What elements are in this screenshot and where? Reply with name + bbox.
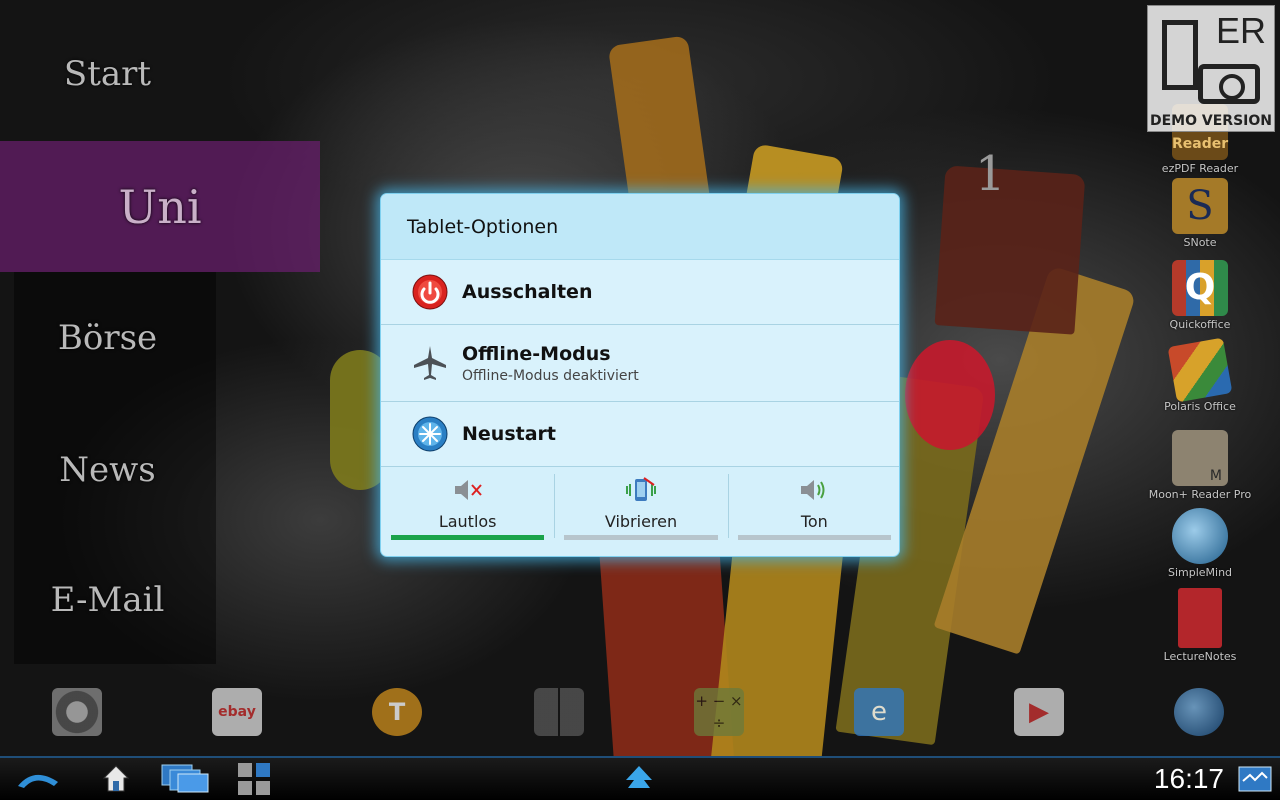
menu-item-email[interactable]: E-Mail bbox=[0, 580, 215, 620]
unselected-indicator bbox=[564, 535, 718, 540]
app-label: Polaris Office bbox=[1164, 400, 1236, 413]
moon-reader-icon: M bbox=[1172, 430, 1228, 486]
restart-icon bbox=[412, 416, 448, 452]
menu-item-uni[interactable]: Uni bbox=[0, 141, 320, 272]
silent-mode-button[interactable]: Lautlos bbox=[381, 466, 554, 556]
app-folder-icon[interactable] bbox=[534, 688, 584, 736]
browser-icon[interactable] bbox=[1174, 688, 1224, 736]
page-indicator: 1 bbox=[975, 146, 1006, 202]
app-label: SimpleMind bbox=[1167, 566, 1233, 579]
option-label: Neustart bbox=[462, 423, 556, 445]
wallpaper-crayon bbox=[934, 165, 1086, 335]
sound-mode-button[interactable]: Ton bbox=[728, 466, 899, 556]
menu-item-start[interactable]: Start bbox=[0, 54, 215, 94]
file-explorer-icon[interactable]: e bbox=[854, 688, 904, 736]
back-icon[interactable] bbox=[14, 764, 64, 794]
menu-up-icon[interactable] bbox=[624, 764, 654, 794]
airplane-icon bbox=[414, 346, 446, 380]
selected-indicator bbox=[391, 535, 545, 540]
sound-on-icon bbox=[801, 480, 825, 500]
wallpaper-crayon bbox=[905, 340, 995, 450]
tapatalk-icon[interactable]: T bbox=[372, 688, 422, 736]
calculator-icon[interactable]: + − × ÷ bbox=[694, 688, 744, 736]
snote-icon: S bbox=[1172, 178, 1228, 234]
demo-badge-label: DEMO VERSION bbox=[1150, 113, 1272, 129]
divider bbox=[728, 474, 729, 538]
app-simplemind[interactable]: SimpleMind bbox=[1145, 508, 1255, 579]
simplemind-icon bbox=[1172, 508, 1228, 564]
settings-icon[interactable] bbox=[52, 688, 102, 736]
sound-mode-selector: Lautlos Vibrieren Ton bbox=[381, 466, 899, 556]
power-icon bbox=[412, 274, 448, 310]
unselected-indicator bbox=[737, 535, 891, 540]
polaris-office-icon bbox=[1167, 337, 1233, 403]
option-label: Offline-Modus bbox=[462, 342, 611, 365]
clock: 16:17 bbox=[1153, 763, 1224, 794]
home-menu: Uni Start Börse News E-Mail bbox=[0, 0, 320, 680]
app-lecturenotes[interactable]: LectureNotes bbox=[1145, 588, 1255, 663]
sound-mode-label: Lautlos bbox=[438, 512, 497, 531]
vibrate-icon bbox=[625, 477, 656, 501]
home-icon[interactable] bbox=[100, 762, 132, 794]
sound-mode-label: Ton bbox=[800, 512, 828, 531]
screenshot-icon[interactable] bbox=[1238, 766, 1272, 792]
app-moon-reader[interactable]: M Moon+ Reader Pro bbox=[1145, 430, 1255, 501]
app-label: Quickoffice bbox=[1169, 318, 1231, 331]
document-icon bbox=[1162, 20, 1198, 90]
app-drawer-icon[interactable] bbox=[236, 761, 272, 797]
divider bbox=[554, 474, 555, 538]
app-label: Moon+ Reader Pro bbox=[1148, 488, 1252, 501]
camera-icon bbox=[1198, 64, 1260, 104]
menu-item-news[interactable]: News bbox=[0, 450, 215, 490]
menu-item-boerse[interactable]: Börse bbox=[0, 318, 215, 358]
dialog-title: Tablet-Optionen bbox=[381, 194, 899, 260]
ebay-icon[interactable]: ebay bbox=[212, 688, 262, 736]
offline-mode-option[interactable]: Offline-Modus Offline-Modus deaktiviert bbox=[381, 325, 899, 402]
tablet-options-dialog: Tablet-Optionen Ausschalten Offline-Modu… bbox=[380, 193, 900, 557]
app-label: ezPDF Reader bbox=[1161, 162, 1239, 175]
app-polaris-office[interactable]: Polaris Office bbox=[1145, 337, 1255, 413]
restart-option[interactable]: Neustart bbox=[381, 402, 899, 467]
app-label: LectureNotes bbox=[1163, 650, 1237, 663]
demo-version-badge: ER DEMO VERSION bbox=[1147, 5, 1275, 132]
lecturenotes-icon bbox=[1178, 588, 1222, 648]
vibrate-mode-button[interactable]: Vibrieren bbox=[554, 466, 727, 556]
app-quickoffice[interactable]: Q Quickoffice bbox=[1145, 260, 1255, 331]
recent-apps-icon[interactable] bbox=[160, 762, 212, 794]
mute-icon bbox=[454, 480, 482, 500]
option-label: Ausschalten bbox=[462, 281, 593, 303]
quickoffice-icon: Q bbox=[1172, 260, 1228, 316]
sound-mode-label: Vibrieren bbox=[604, 512, 678, 531]
system-bar: 16:17 bbox=[0, 756, 1280, 800]
power-off-option[interactable]: Ausschalten bbox=[381, 260, 899, 325]
option-status: Offline-Modus deaktiviert bbox=[462, 367, 639, 384]
demo-badge-logo: ER bbox=[1215, 10, 1266, 51]
app-snote[interactable]: S SNote bbox=[1145, 178, 1255, 249]
app-label: SNote bbox=[1183, 236, 1217, 249]
play-store-icon[interactable]: ▶ bbox=[1014, 688, 1064, 736]
